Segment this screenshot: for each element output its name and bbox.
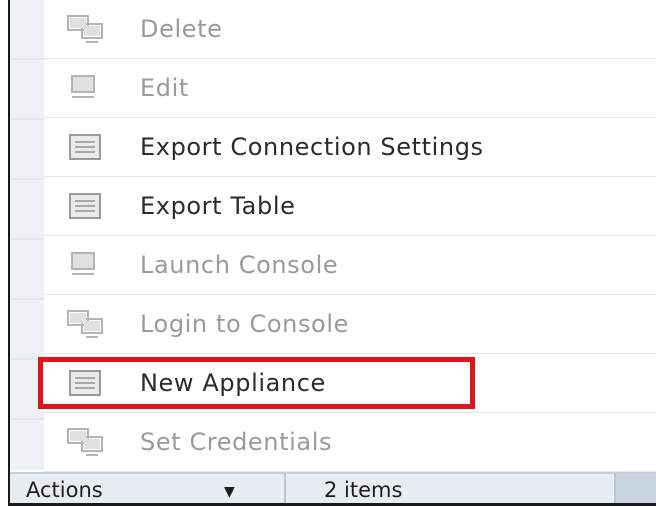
menu-item-new-appliance[interactable]: New Appliance (44, 354, 656, 413)
menu-item-delete[interactable]: Delete (44, 0, 656, 59)
document-icon (69, 193, 101, 219)
menu-item-export-table[interactable]: Export Table (44, 177, 656, 236)
menu-item-edit[interactable]: Edit (44, 59, 656, 118)
menu-item-label: Delete (140, 15, 223, 43)
menu-item-label: Login to Console (140, 310, 349, 338)
multi-monitor-icon (67, 15, 103, 43)
chevron-down-icon: ▼ (224, 484, 235, 500)
menu-item-set-credentials[interactable]: Set Credentials (44, 413, 656, 472)
document-icon (69, 370, 101, 396)
actions-menu: Delete Edit Export Connection Settings E… (44, 0, 656, 472)
monitor-icon (71, 75, 95, 98)
actions-button[interactable]: Actions ▼ (10, 474, 286, 503)
menu-item-label: Export Table (140, 192, 296, 220)
monitor-icon (71, 252, 95, 275)
actions-label: Actions (26, 478, 103, 502)
menu-item-label: Launch Console (140, 251, 339, 279)
table-footer: Actions ▼ 2 items (10, 472, 656, 503)
menu-item-label: New Appliance (140, 369, 326, 397)
menu-item-login-to-console[interactable]: Login to Console (44, 295, 656, 354)
menu-item-launch-console[interactable]: Launch Console (44, 236, 656, 295)
menu-item-label: Set Credentials (140, 428, 333, 456)
table-gutter (10, 0, 44, 470)
document-icon (69, 134, 101, 160)
menu-item-label: Edit (140, 74, 189, 102)
multi-monitor-icon (67, 428, 103, 456)
multi-monitor-icon (67, 310, 103, 338)
menu-item-label: Export Connection Settings (140, 133, 484, 161)
actions-menu-panel: Delete Edit Export Connection Settings E… (8, 0, 656, 506)
item-count-cell: 2 items (286, 474, 616, 503)
footer-tail (616, 474, 656, 503)
menu-item-export-connection-settings[interactable]: Export Connection Settings (44, 118, 656, 177)
item-count: 2 items (324, 478, 403, 502)
